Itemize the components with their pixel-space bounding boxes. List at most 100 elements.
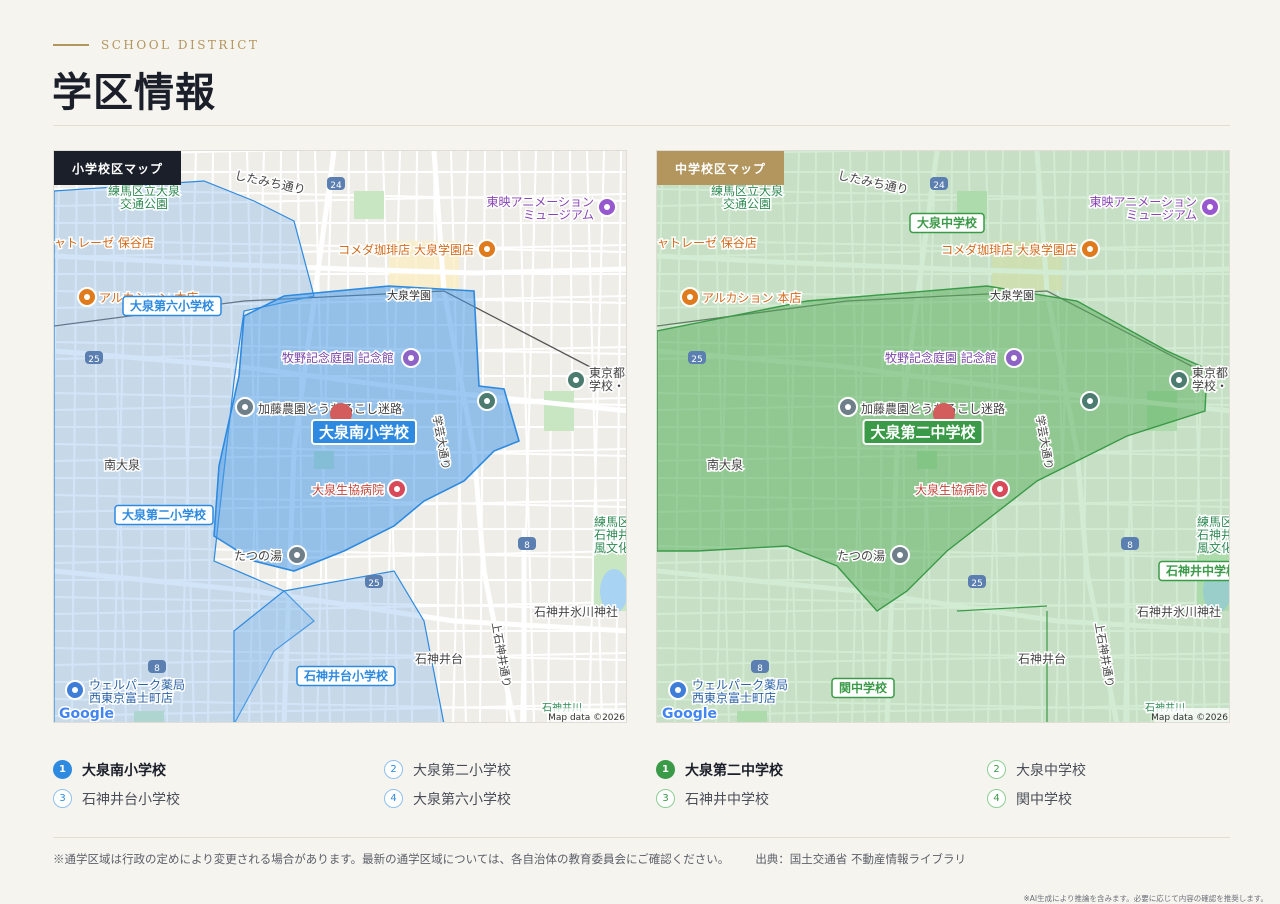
map-label-line: 練馬区立 [1197,514,1230,529]
map-label-line: 8 [1127,541,1133,551]
school-label: 石神井台小学校 [296,665,396,687]
map-label-line: 石神井氷川神社 [1137,604,1221,619]
school-label: 大泉第六小学校 [122,295,222,317]
legend-label: 石神井台小学校 [82,791,180,808]
route-marker: 24 [930,177,948,191]
map-label-line: 24 [933,181,945,191]
route-number: 25 [88,355,99,365]
map-label-line: Google [662,706,717,722]
eyebrow-text: SCHOOL DISTRICT [101,38,260,52]
map-label-line: 東映アニメーション [486,195,594,209]
school-label: 大泉中学校 [909,212,985,234]
museum-icon-dot [1207,204,1213,210]
map-label-line: 西東京富士町店 [89,690,173,705]
legend-number: 2 [987,760,1006,779]
map-label: 南大泉 [104,457,140,472]
pharmacy-icon [668,680,688,700]
school-icon [1080,391,1100,411]
map-label-line: 東映アニメーション [1089,195,1197,209]
map-label: 大泉学園 [387,288,431,302]
map-label-line: 西東京富士町店 [692,690,776,705]
map-label-line: Map data ©2026 [548,713,625,723]
route-number: 8 [154,664,160,674]
map-label-line: アルカション 本店 [702,291,801,305]
attribution-text: Map data ©2026 [548,713,625,723]
map-label: 練馬区立石神井松の風文化公園 [1197,514,1230,555]
map-label-line: Google [59,706,114,722]
map-label-line: 8 [524,541,530,551]
map-label-line: ミュージアム [1126,208,1197,222]
map-label-line: 交通公園 [723,196,771,211]
school-icon-dot [1176,377,1182,383]
map-canvas[interactable]: したみち通り 24252588練馬区立大泉交通公園 東映アニメーションミュージアムコ… [54,151,627,723]
map-label-line: 石神井松の [1197,528,1230,542]
restaurant-icon [77,287,97,307]
museum-icon [597,197,617,217]
farm-icon [838,397,858,417]
map-label-line: 石神井松の [594,528,627,542]
map-label-line: 練馬区立大泉 [711,183,783,198]
legend-item: 4 大泉第六小学校 [340,789,627,808]
legend-item: 2 大泉第二小学校 [340,760,627,779]
legend-item: 3 石神井台小学校 [53,789,340,808]
route-number: 8 [524,541,530,551]
legend-number: 3 [53,789,72,808]
elementary-legend: 1 大泉南小学校 2 大泉第二小学校 3 石神井台小学校 4 大泉第六小学校 [53,760,627,808]
map-label-line: 大泉南小学校 [319,424,410,442]
page-title: 学区情報 [52,69,216,116]
farm-icon-dot [845,404,851,410]
cafe-icon-dot [1087,246,1093,252]
map-label: 南大泉 [707,457,743,472]
map-tag: 小学校区マップ [54,151,182,185]
school-icon [1169,370,1189,390]
legend-item: 4 関中学校 [943,789,1230,808]
map-label-line: ウェルパーク薬局 [89,678,185,692]
elementary-school-map[interactable]: したみち通り 24 25 25 8 8 練馬区立大泉交通公園 東映アニメーションミュージアムコ… [53,150,627,723]
school-label: 大泉第二中学校 [862,419,984,445]
map-label-line: 25 [691,355,702,365]
cafe-icon [1080,239,1100,259]
route-number: 8 [757,664,763,674]
legend-number: 3 [656,789,675,808]
map-label-line: 石神井台 [415,651,463,666]
map-label-line: ウェルパーク薬局 [692,678,788,692]
map-label-line: 8 [154,664,160,674]
map-label: ウェルパーク薬局西東京富士町店 [89,678,185,705]
legend-number: 4 [384,789,403,808]
map-label: 石神井氷川神社 [1137,604,1221,619]
legend-label: 大泉第六小学校 [413,791,511,808]
route-marker: 25 [365,575,383,589]
map-label: 牧野記念庭園 記念館 [282,350,394,365]
school-label: 石神井中学校 [1158,560,1229,582]
legend-number: 1 [656,760,675,779]
legend-number: 2 [384,760,403,779]
legend-label: 関中学校 [1016,791,1072,808]
route-number: 25 [691,355,702,365]
map-tag: 中学校区マップ [657,151,785,185]
map-label-line: 東京都 [589,366,625,380]
map-label-line: ャトレーゼ 保谷店 [657,236,757,250]
footer-divider [53,837,1230,838]
map-label-line: たつの湯 [234,549,282,563]
legend-item: 1 大泉南小学校 [53,760,340,779]
map-label-line: 25 [368,579,379,589]
school-icon [566,370,586,390]
map-canvas[interactable]: したみち通り 24252588練馬区立大泉交通公園 東映アニメーションミュージアムコ… [657,151,1230,723]
legend-label: 大泉中学校 [1016,762,1086,779]
restaurant-icon-dot [84,294,90,300]
map-label: ウェルパーク薬局西東京富士町店 [692,678,788,705]
school-icon-dot [484,398,490,404]
district-disclaimer: ※通学区域は行政の定めにより変更される場合があります。最新の通学区域については、… [53,852,730,866]
map-label-line: コメダ珈琲店 大泉学園店 [338,242,474,257]
route-number: 24 [933,181,945,191]
map-label-line: 大泉中学校 [917,215,978,230]
attribution-text: Map data ©2026 [1151,713,1228,723]
legend-number: 4 [987,789,1006,808]
map-label: 石神井台 [415,651,463,666]
park-area [544,391,574,431]
header-divider [53,125,1230,126]
map-label-line: 石神井氷川神社 [534,604,618,619]
junior-high-school-map[interactable]: したみち通り 24 25 25 8 8 練馬区立大泉交通公園 東映アニメーションミュージアムコ… [656,150,1230,723]
school-label: 関中学校 [831,677,895,699]
map-label-line: 学校・ [1192,378,1228,393]
